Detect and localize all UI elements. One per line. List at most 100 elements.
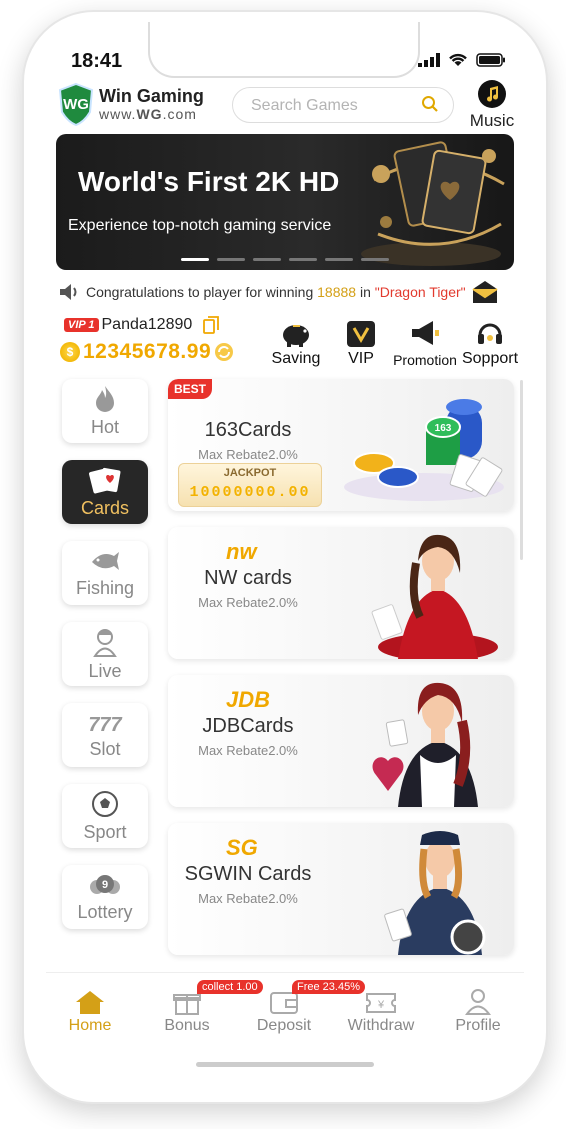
banner-dot[interactable]: [217, 258, 245, 261]
game-card-nw-cards[interactable]: nw NW cards Max Rebate2.0%: [168, 527, 514, 659]
game-card-jdbcards[interactable]: JDB JDBCards Max Rebate2.0%: [168, 675, 514, 807]
logo-mark: WG: [63, 96, 89, 113]
winner-marquee: Congratulations to player for winning 18…: [58, 281, 514, 303]
dealer-illustration: [372, 682, 478, 807]
game-rebate: Max Rebate2.0%: [198, 891, 298, 906]
flame-icon: [96, 385, 114, 412]
game-rebate: Max Rebate2.0%: [198, 595, 298, 610]
lottery-ball-icon: 9: [90, 874, 120, 894]
game-card-sgwin-cards[interactable]: SG SGWIN Cards Max Rebate2.0%: [168, 823, 514, 955]
mail-icon[interactable]: [472, 280, 498, 304]
battery-icon: [476, 52, 505, 67]
balance-value: 12345678.99: [83, 340, 212, 363]
banner-dot[interactable]: [325, 258, 353, 261]
promotion-label: Promotion: [393, 352, 457, 368]
game-card-163cards[interactable]: BEST 163Cards Max Rebate2.0% JACKPOT 100…: [168, 379, 514, 511]
banner-dot[interactable]: [361, 258, 389, 261]
chip-label: 163: [435, 423, 452, 434]
game-list-scrollbar[interactable]: [520, 380, 523, 560]
jackpot-label: JACKPOT: [223, 467, 277, 479]
sgwin-logo: SG: [226, 835, 258, 860]
copy-icon[interactable]: [202, 316, 219, 334]
svg-text:777: 777: [88, 714, 122, 735]
category-label: Slot: [89, 738, 121, 759]
home-indicator: [196, 1062, 374, 1067]
vip-badge: VIP 1: [64, 318, 99, 332]
tab-label: Profile: [455, 1017, 501, 1034]
jackpot-value: 10000000.00: [189, 484, 311, 501]
wg-shield-icon: WG: [58, 82, 94, 126]
piggy-bank-icon: [268, 316, 324, 348]
app-screen: 18:41 WG Win Gaming www.WG.com Music: [46, 22, 524, 1082]
poker-chips-illustration: 163: [344, 399, 504, 501]
tab-withdraw[interactable]: ¥ Withdraw: [333, 985, 429, 1035]
search-input[interactable]: [249, 96, 413, 116]
hero-banner[interactable]: World's First 2K HD Experience top-notch…: [56, 134, 514, 270]
home-icon: [46, 985, 138, 1015]
dealer-illustration: [384, 831, 486, 955]
speaker-icon: [60, 284, 77, 300]
megaphone-icon: [392, 316, 458, 348]
jdb-logo: JDB: [226, 687, 271, 712]
category-slot[interactable]: 777 Slot: [62, 703, 148, 767]
banner-dot[interactable]: [289, 258, 317, 261]
coin-icon: $: [60, 342, 80, 362]
category-cards[interactable]: Cards: [62, 460, 148, 524]
user-info[interactable]: VIP 1 Panda12890: [64, 316, 219, 334]
refresh-icon[interactable]: [214, 342, 234, 362]
promotion-button[interactable]: Promotion: [392, 316, 458, 368]
slot-777-icon: 777: [88, 714, 122, 735]
marquee-prefix: Congratulations to player for winning: [86, 284, 314, 300]
dealer-icon: [93, 628, 117, 657]
phone-notch: [148, 22, 420, 78]
banner-pagination: [181, 258, 389, 261]
marquee-amount: 18888: [317, 284, 357, 300]
bottom-tab-bar: Home collect 1.00 Bonus Free 23.45% Depo…: [46, 972, 524, 1059]
game-name: 163Cards: [204, 419, 292, 441]
brand-logo[interactable]: WG Win Gaming www.WG.com: [58, 82, 204, 126]
category-hot[interactable]: Hot: [62, 379, 148, 443]
category-label: Cards: [80, 497, 129, 518]
saving-label: Saving: [271, 350, 321, 367]
soccer-ball-icon: [92, 790, 118, 817]
support-button[interactable]: Sopport: [459, 316, 521, 368]
brand-url: www.WG.com: [99, 106, 204, 122]
balance-display: $ 12345678.99: [60, 340, 234, 364]
tab-label: Home: [68, 1017, 112, 1034]
banner-dot[interactable]: [181, 258, 209, 261]
category-sport[interactable]: Sport: [62, 784, 148, 848]
search-bar[interactable]: [232, 87, 454, 123]
category-label: Lottery: [77, 901, 133, 922]
game-name: NW cards: [204, 567, 292, 589]
tab-home[interactable]: Home: [46, 985, 138, 1035]
status-time: 18:41: [71, 50, 123, 72]
category-sidebar: Hot Cards Fishing Live 777 Slot Sport 9 …: [62, 379, 150, 946]
jackpot-box: JACKPOT 10000000.00: [178, 463, 322, 507]
tab-bonus[interactable]: collect 1.00 Bonus: [139, 980, 263, 1035]
tab-label: Withdraw: [347, 1017, 415, 1034]
ticket-icon: ¥: [333, 985, 429, 1015]
category-label: Hot: [90, 416, 119, 437]
category-live[interactable]: Live: [62, 622, 148, 686]
svg-text:9: 9: [102, 879, 108, 891]
cellular-signal-icon: [418, 52, 440, 67]
tab-deposit[interactable]: Free 23.45% Deposit: [236, 980, 365, 1035]
vip-button[interactable]: VIP: [336, 316, 386, 368]
category-label: Fishing: [75, 577, 135, 598]
game-name: JDBCards: [202, 715, 294, 737]
banner-dot[interactable]: [253, 258, 281, 261]
fish-icon: [92, 551, 119, 570]
headset-icon: [459, 316, 521, 348]
tab-profile[interactable]: Profile: [430, 985, 524, 1035]
brand-name: Win Gaming: [99, 86, 204, 106]
music-button[interactable]: Music: [464, 80, 520, 131]
search-icon[interactable]: [421, 95, 439, 113]
category-lottery[interactable]: 9 Lottery: [62, 865, 148, 929]
category-label: Sport: [83, 821, 127, 842]
saving-button[interactable]: Saving: [268, 316, 324, 368]
category-fishing[interactable]: Fishing: [62, 541, 148, 605]
marquee-mid: in: [359, 284, 371, 300]
game-rebate: Max Rebate2.0%: [198, 447, 298, 462]
vip-label: VIP: [348, 350, 374, 367]
brand-url-prefix: www.: [99, 106, 137, 122]
